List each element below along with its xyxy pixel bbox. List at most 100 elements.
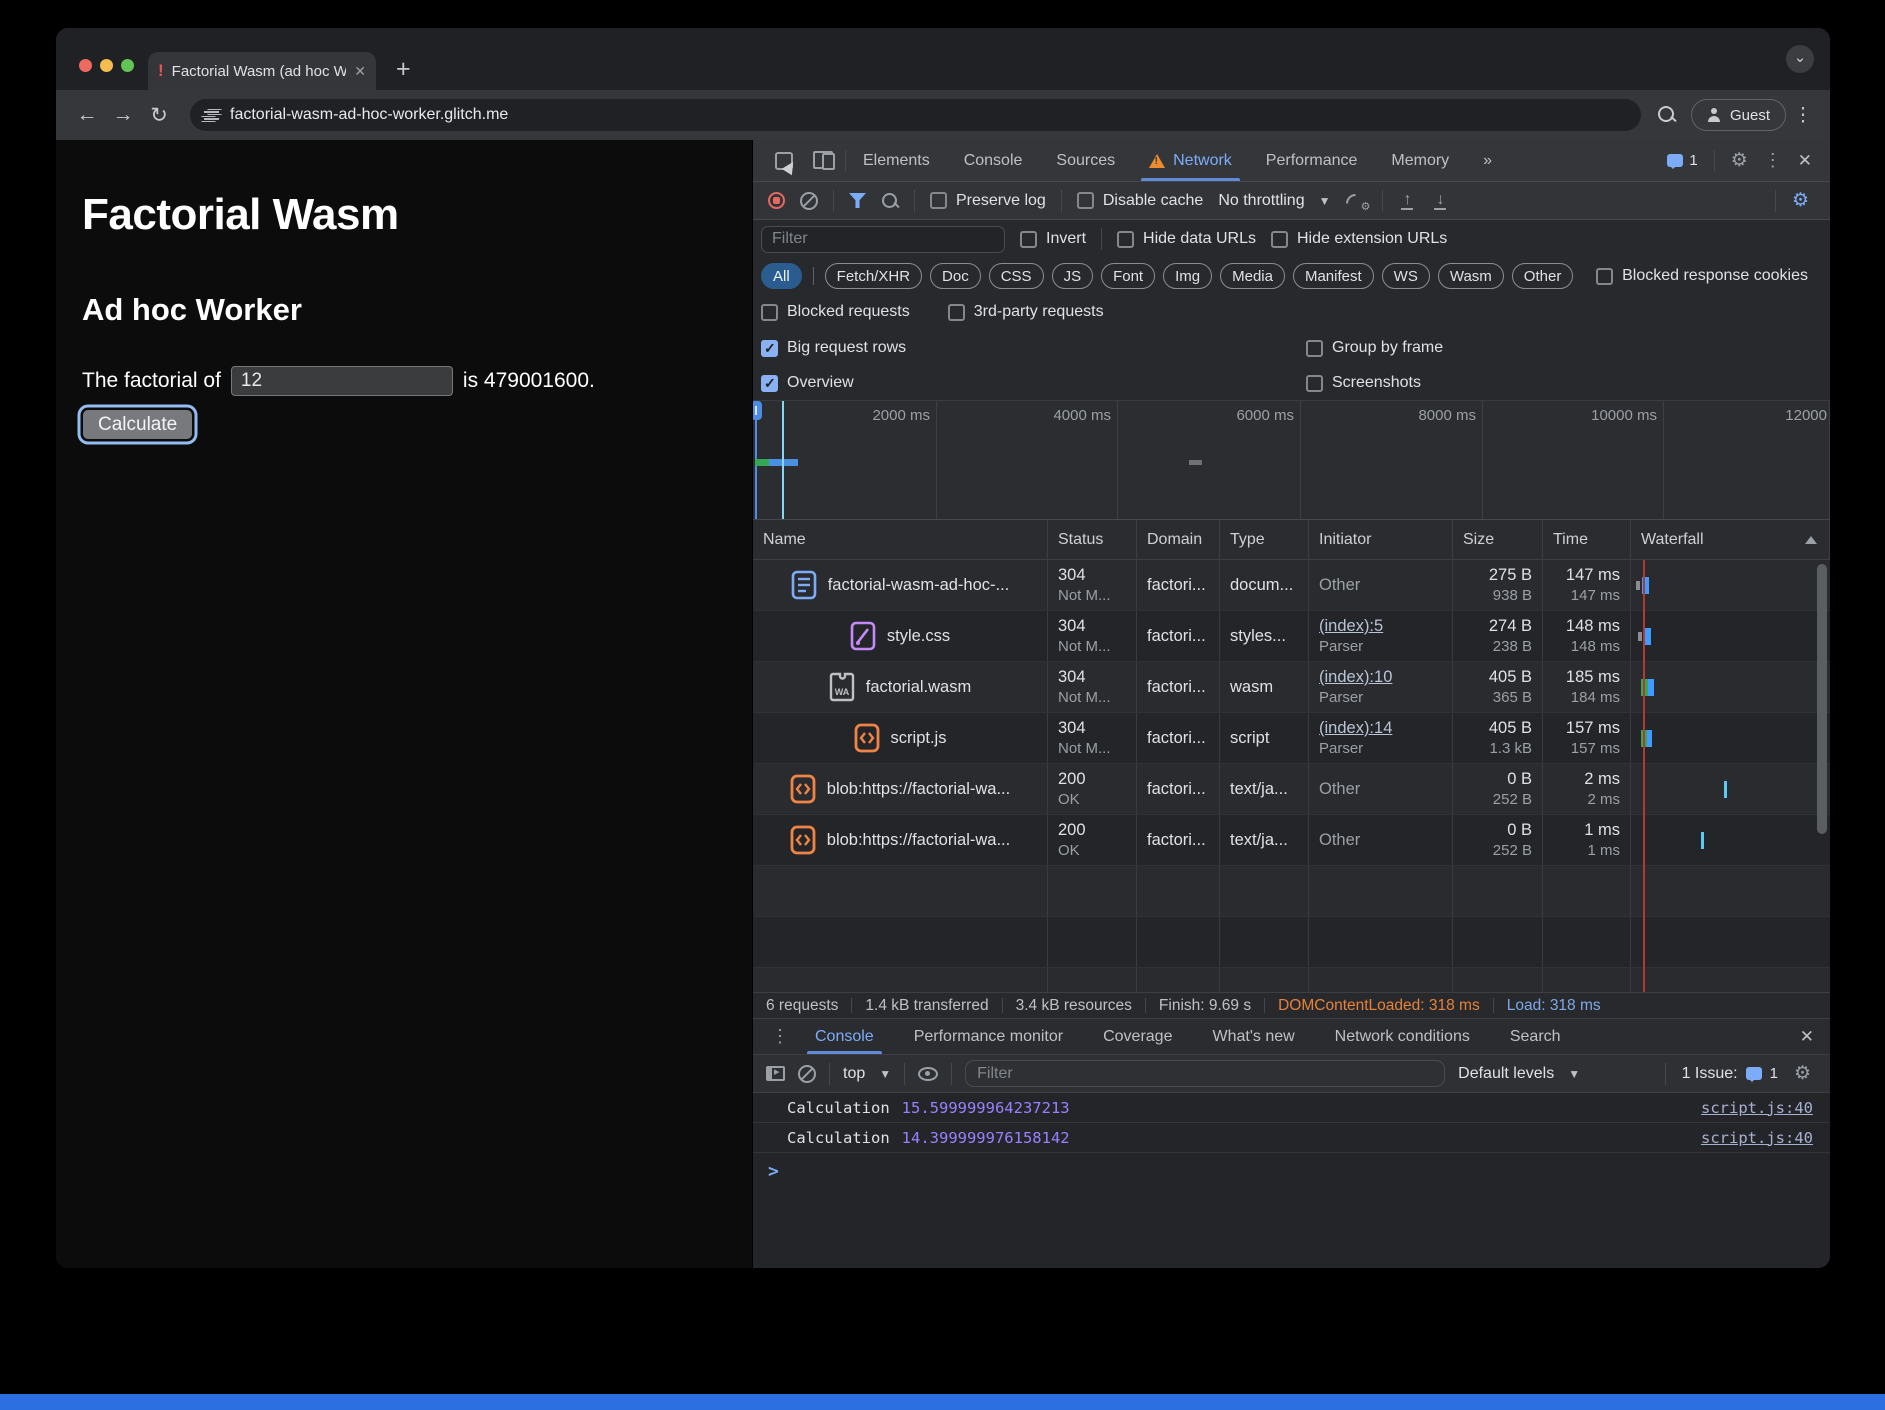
invert-checkbox[interactable]: Invert [1020,230,1086,248]
source-link[interactable]: script.js:40 [1701,1099,1813,1117]
preserve-log-checkbox[interactable]: Preserve log [930,192,1046,210]
chip-wasm[interactable]: Wasm [1438,263,1504,289]
log-levels-select[interactable]: Default levels ▼ [1458,1065,1580,1083]
url-bar[interactable]: factorial-wasm-ad-hoc-worker.glitch.me [190,99,1641,131]
tab-memory[interactable]: Memory [1374,140,1466,181]
execution-context-select[interactable]: top ▼ [843,1065,891,1083]
clear-console-icon[interactable] [798,1065,816,1083]
third-party-requests-checkbox[interactable]: 3rd-party requests [948,303,1104,321]
devtools-menu-icon[interactable]: ⋮ [1764,150,1782,171]
console-sidebar-icon[interactable] [766,1066,785,1081]
console-message[interactable]: Calculation 15.599999964237213 script.js… [753,1093,1830,1123]
close-drawer-icon[interactable]: ✕ [1800,1027,1814,1047]
column-header-waterfall[interactable]: Waterfall [1631,520,1830,559]
back-icon[interactable]: ← [72,103,102,127]
clear-network-log-icon[interactable] [800,192,818,210]
record-network-log-icon[interactable] [768,192,785,209]
export-har-icon[interactable]: ↓ [1431,192,1449,210]
drawer-tab-coverage[interactable]: Coverage [1083,1019,1192,1054]
reload-icon[interactable]: ↻ [144,103,174,128]
console-settings-gear-icon[interactable]: ⚙ [1794,1064,1811,1083]
console-message[interactable]: Calculation 14.399999976158142 script.js… [753,1123,1830,1153]
filter-icon[interactable] [849,193,866,208]
column-header-domain[interactable]: Domain [1137,520,1220,559]
live-expression-eye-icon[interactable] [918,1067,938,1081]
chip-media[interactable]: Media [1220,263,1285,289]
chip-js[interactable]: JS [1052,263,1094,289]
table-row[interactable]: style.css 304Not M... factori... styles.… [753,611,1830,662]
tab-search-button[interactable]: ⌄ [1786,45,1814,73]
settings-gear-icon[interactable]: ⚙ [1731,151,1748,170]
drawer-tab-performance-monitor[interactable]: Performance monitor [894,1019,1083,1054]
table-scrollbar[interactable] [1817,564,1827,834]
throttling-select[interactable]: No throttling ▼ [1218,192,1330,210]
column-header-status[interactable]: Status [1048,520,1137,559]
chip-manifest[interactable]: Manifest [1293,263,1374,289]
group-by-frame-checkbox[interactable]: Group by frame [1306,339,1443,357]
drawer-menu-icon[interactable]: ⋮ [771,1026,789,1047]
device-toolbar-button[interactable] [803,140,845,181]
column-header-initiator[interactable]: Initiator [1309,520,1453,559]
browser-tab[interactable]: ! Factorial Wasm (ad hoc Work ✕ [148,52,376,90]
initiator-link[interactable]: (index):10 [1319,666,1442,688]
source-link[interactable]: script.js:40 [1701,1129,1813,1147]
network-settings-gear-icon[interactable]: ⚙ [1792,191,1809,210]
guest-profile-badge[interactable]: Guest [1691,99,1786,131]
hide-extension-urls-checkbox[interactable]: Hide extension URLs [1271,230,1447,248]
big-request-rows-checkbox[interactable]: Big request rows [761,339,906,357]
table-row[interactable]: blob:https://factorial-wa... 200OK facto… [753,815,1830,866]
chip-doc[interactable]: Doc [930,263,981,289]
browser-menu-icon[interactable]: ⋮ [1792,104,1814,127]
factorial-input[interactable] [231,366,453,396]
initiator-link[interactable]: (index):5 [1319,615,1442,637]
drawer-tab-search[interactable]: Search [1490,1019,1581,1054]
network-conditions-icon[interactable] [1345,192,1367,210]
issues-counter[interactable]: 1 [1667,152,1697,169]
timeline-selection-handle[interactable] [753,401,762,420]
forward-icon[interactable]: → [108,103,138,127]
tab-network[interactable]: Network [1132,140,1249,181]
column-header-name[interactable]: Name [753,520,1048,559]
more-tabs-button[interactable]: » [1466,140,1509,181]
chip-fetch-xhr[interactable]: Fetch/XHR [825,263,922,289]
hide-data-urls-checkbox[interactable]: Hide data URLs [1117,230,1256,248]
chip-img[interactable]: Img [1163,263,1212,289]
blocked-response-cookies-checkbox[interactable]: Blocked response cookies [1596,267,1808,285]
calculate-button[interactable]: Calculate [82,409,193,440]
console-prompt[interactable]: > [753,1153,1830,1189]
table-row[interactable]: blob:https://factorial-wa... 200OK facto… [753,764,1830,815]
close-window-button[interactable] [79,59,92,72]
drawer-tab-network-conditions[interactable]: Network conditions [1315,1019,1490,1054]
column-header-size[interactable]: Size [1453,520,1543,559]
import-har-icon[interactable]: ↑ [1398,192,1416,210]
tab-sources[interactable]: Sources [1039,140,1132,181]
maximize-window-button[interactable] [121,59,134,72]
column-header-type[interactable]: Type [1220,520,1309,559]
tab-close-icon[interactable]: ✕ [354,63,366,80]
chip-other[interactable]: Other [1512,263,1574,289]
table-row[interactable]: script.js 304Not M... factori... script … [753,713,1830,764]
zoom-icon[interactable] [1657,105,1677,125]
initiator-link[interactable]: (index):14 [1319,717,1442,739]
close-devtools-icon[interactable]: ✕ [1798,151,1812,171]
overview-checkbox[interactable]: Overview [761,374,854,392]
screenshots-checkbox[interactable]: Screenshots [1306,374,1421,392]
new-tab-button[interactable]: + [396,57,411,82]
blocked-requests-checkbox[interactable]: Blocked requests [761,303,910,321]
drawer-tab-console[interactable]: Console [795,1019,894,1054]
disable-cache-checkbox[interactable]: Disable cache [1077,192,1204,210]
console-issues-counter[interactable]: 1 Issue: 1 [1682,1065,1778,1083]
tab-performance[interactable]: Performance [1249,140,1375,181]
drawer-tab-whats-new[interactable]: What's new [1192,1019,1314,1054]
tab-elements[interactable]: Elements [846,140,947,181]
console-filter-input[interactable] [965,1060,1445,1087]
chip-ws[interactable]: WS [1382,263,1430,289]
site-settings-icon[interactable] [204,109,219,122]
network-overview-timeline[interactable]: 2000 ms 4000 ms 6000 ms 8000 ms 10000 ms… [753,400,1830,520]
tab-console[interactable]: Console [947,140,1040,181]
network-filter-input[interactable] [761,226,1005,253]
chip-css[interactable]: CSS [989,263,1044,289]
column-header-time[interactable]: Time [1543,520,1631,559]
inspect-element-button[interactable] [765,140,803,181]
table-row[interactable]: factorial-wasm-ad-hoc-... 304Not M... fa… [753,560,1830,611]
